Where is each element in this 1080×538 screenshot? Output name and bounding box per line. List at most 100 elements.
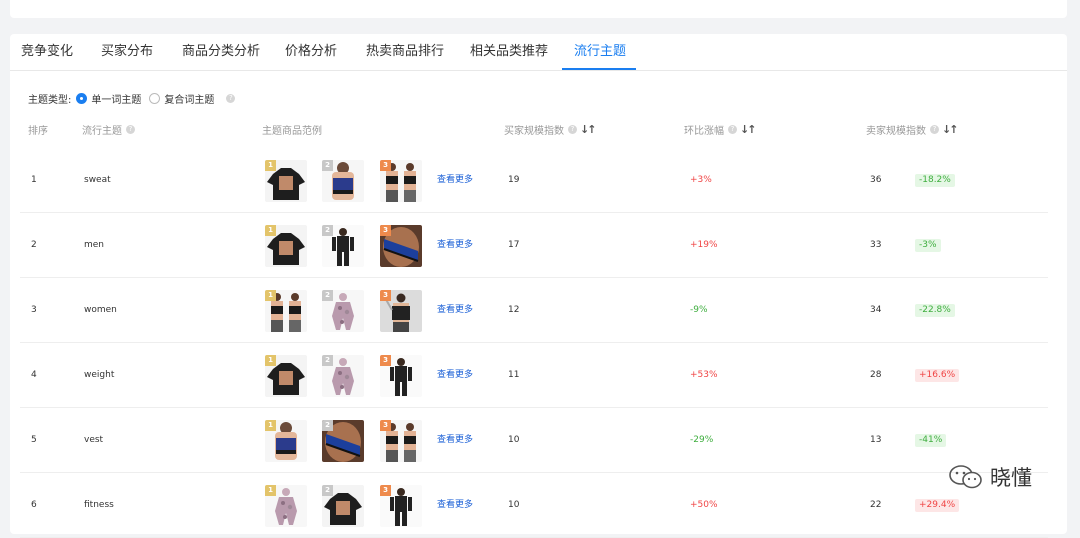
mom-change-cell: +19% [690,240,718,250]
rank-cell: 4 [31,370,37,380]
seller-change-badge: -41% [915,434,947,447]
buyer-index-cell: 12 [508,305,520,315]
theme-cell: men [84,240,105,250]
product-thumbnail[interactable]: 3 [380,290,422,332]
rank-badge: 1 [265,160,276,171]
radio-checked-icon [76,92,88,104]
watermark-text: 晓懂 [990,466,1032,490]
product-thumbnail[interactable]: 2 [322,225,364,267]
radio-compound-word[interactable]: 复合词主题 [149,91,214,106]
product-thumbnail[interactable]: 1 [265,225,307,267]
rank-cell: 5 [31,435,37,445]
seller-index-cell: 13 [870,435,882,445]
buyer-index-cell: 19 [508,175,520,185]
seller-index-cell: 34 [870,305,882,315]
rank-badge: 2 [322,290,333,301]
tab-related-categories[interactable]: 相关品类推荐 [470,34,548,70]
radio-single-word[interactable]: 单一词主题 [76,91,141,106]
rank-badge: 3 [380,290,391,301]
col-seller-index[interactable]: 卖家规模指数? ↓↑ [866,122,959,137]
product-thumbnail[interactable]: 2 [322,485,364,527]
table-row: 2 men 1 2 3 查看更多 17 +19% 33 -3% [20,213,1048,278]
tab-buyer-distribution[interactable]: 买家分布 [101,34,153,70]
active-tab-indicator [562,68,636,70]
product-thumbnail[interactable]: 1 [265,485,307,527]
product-thumbnail[interactable]: 1 [265,290,307,332]
product-thumbnail[interactable]: 3 [380,160,422,202]
help-icon[interactable]: ? [226,93,236,103]
product-thumbnail[interactable]: 3 [380,355,422,397]
rank-badge: 3 [380,485,391,496]
theme-cell: sweat [84,175,111,185]
mom-change-cell: -9% [690,305,708,315]
tab-hot-products[interactable]: 热卖商品排行 [366,34,444,70]
help-icon[interactable]: ? [930,125,939,134]
rank-badge: 1 [265,290,276,301]
col-buyer-index[interactable]: 买家规模指数? ↓↑ [504,122,597,137]
filter-label: 主题类型: [28,94,72,106]
product-thumbnail[interactable]: 2 [322,160,364,202]
rank-badge: 3 [380,225,391,236]
mom-change-cell: +3% [690,175,712,185]
top-card [10,0,1067,18]
sort-icon[interactable]: ↓↑ [942,123,959,136]
seller-index-cell: 28 [870,370,882,380]
view-more-link[interactable]: 查看更多 [437,473,473,537]
sort-icon[interactable]: ↓↑ [580,123,597,136]
mom-change-cell: -29% [690,435,714,445]
seller-index-cell: 22 [870,500,882,510]
seller-change-badge: -3% [915,239,941,252]
mom-change-cell: +53% [690,370,718,380]
seller-change-badge: -18.2% [915,174,955,187]
seller-index-cell: 36 [870,175,882,185]
radio-unchecked-icon [149,92,161,104]
view-more-link[interactable]: 查看更多 [437,408,473,472]
buyer-index-cell: 11 [508,370,520,380]
theme-cell: vest [84,435,104,445]
sort-icon[interactable]: ↓↑ [740,123,757,136]
seller-index-cell: 33 [870,240,882,250]
rank-cell: 6 [31,500,37,510]
rank-cell: 1 [31,175,37,185]
watermark: 晓懂 [948,462,1032,492]
table-header: 排序 流行主题? 主题商品范例 买家规模指数? ↓↑ 环比涨幅? ↓↑ 卖家规模指数… [10,122,1067,138]
tab-popular-themes[interactable]: 流行主题 [574,34,626,70]
rank-cell: 3 [31,305,37,315]
rank-badge: 2 [322,355,333,366]
tab-competition[interactable]: 竞争变化 [21,34,73,70]
tab-category-analysis[interactable]: 商品分类分析 [182,34,260,70]
tab-price-analysis[interactable]: 价格分析 [285,34,337,70]
help-icon[interactable]: ? [126,125,135,134]
seller-change-badge: +29.4% [915,499,960,512]
product-thumbnail[interactable]: 2 [322,355,364,397]
product-thumbnail[interactable]: 1 [265,420,307,462]
tab-bar: 竞争变化 买家分布 商品分类分析 价格分析 热卖商品排行 相关品类推荐 流行主题 [10,34,1067,71]
product-thumbnail[interactable]: 3 [380,225,422,267]
theme-type-filter: 主题类型: 单一词主题 复合词主题 ? [28,90,236,106]
seller-change-badge: -22.8% [915,304,955,317]
col-examples: 主题商品范例 [262,126,322,137]
rank-badge: 3 [380,355,391,366]
view-more-link[interactable]: 查看更多 [437,278,473,342]
col-mom-change[interactable]: 环比涨幅? ↓↑ [684,122,757,137]
table-row: 6 fitness 1 2 3 查看更多 10 +50% 22 +29.4% [20,473,1048,538]
help-icon[interactable]: ? [728,125,737,134]
view-more-link[interactable]: 查看更多 [437,213,473,277]
product-thumbnail[interactable]: 3 [380,485,422,527]
product-thumbnail[interactable]: 2 [322,290,364,332]
product-thumbnail[interactable]: 1 [265,355,307,397]
product-thumbnail[interactable]: 3 [380,420,422,462]
help-icon[interactable]: ? [568,125,577,134]
rank-badge: 1 [265,355,276,366]
view-more-link[interactable]: 查看更多 [437,148,473,212]
table-row: 1 sweat 1 2 3 查看更多 19 +3% 36 -18.2% [20,148,1048,213]
buyer-index-cell: 17 [508,240,520,250]
buyer-index-cell: 10 [508,500,520,510]
product-thumbnail[interactable]: 1 [265,160,307,202]
seller-change-badge: +16.6% [915,369,960,382]
table-row: 3 women 1 2 3 查看更多 12 -9% 34 -22.8% [20,278,1048,343]
rank-cell: 2 [31,240,37,250]
theme-cell: fitness [84,500,114,510]
view-more-link[interactable]: 查看更多 [437,343,473,407]
product-thumbnail[interactable]: 2 [322,420,364,462]
